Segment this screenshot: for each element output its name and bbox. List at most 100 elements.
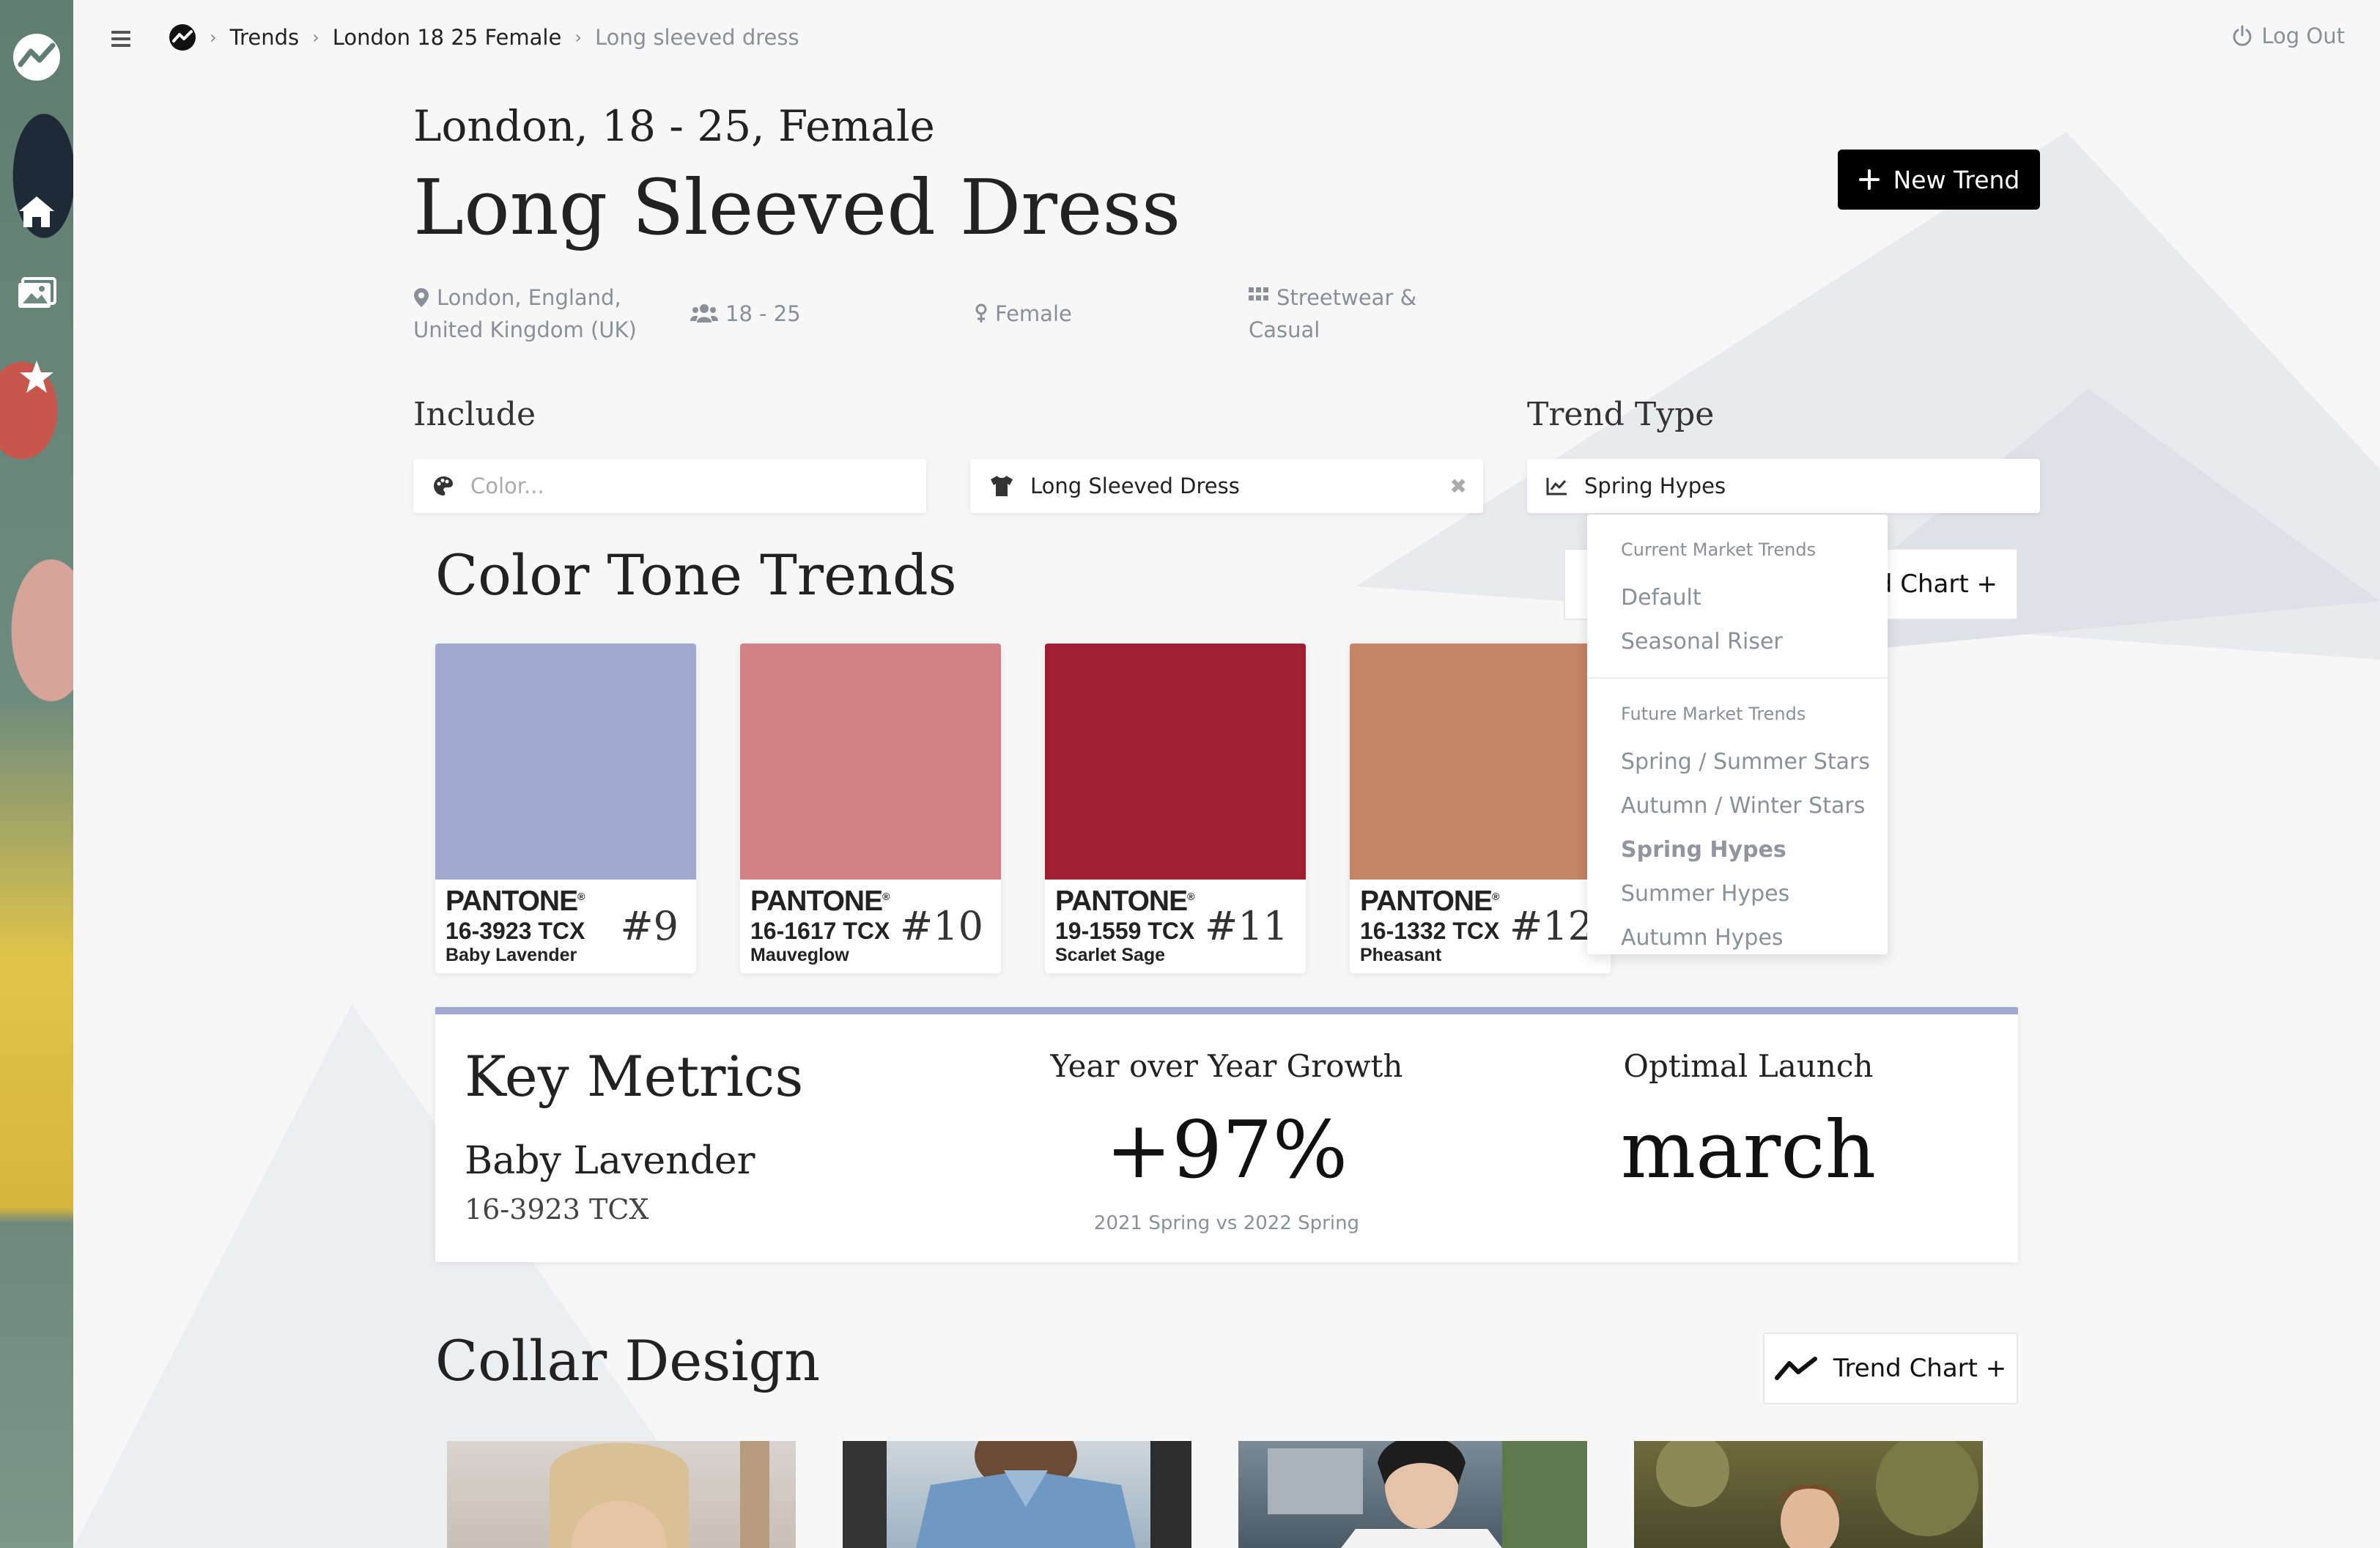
top-bar: › Trends › London 18 25 Female › Long sl… bbox=[73, 0, 2380, 81]
meta-location: London, England, United Kingdom (UK) bbox=[413, 281, 637, 346]
registered-mark: ® bbox=[1187, 891, 1194, 902]
star-icon[interactable] bbox=[18, 359, 55, 397]
location-line2: United Kingdom (UK) bbox=[413, 317, 637, 342]
launch-label: Optimal Launch bbox=[1623, 1048, 1874, 1084]
key-metrics-card: Key Metrics Baby Lavender 16-3923 TCX Ye… bbox=[435, 1007, 2018, 1262]
breadcrumb: › Trends › London 18 25 Female › Long sl… bbox=[169, 23, 799, 51]
pantone-name: Pheasant bbox=[1360, 945, 1442, 965]
swatch-rank: #11 bbox=[1205, 903, 1288, 949]
swatch-rank: #9 bbox=[620, 903, 679, 949]
dropdown-group-label: Current Market Trends bbox=[1621, 539, 1817, 560]
swatch-rank: #12 bbox=[1509, 903, 1593, 949]
brand-logo-icon[interactable] bbox=[169, 23, 196, 51]
meta-age: 18 - 25 bbox=[690, 298, 801, 330]
collar-image[interactable] bbox=[447, 1441, 796, 1548]
pantone-label: PANTONE® 16-3923 TCX Baby Lavender bbox=[446, 885, 585, 966]
home-icon[interactable] bbox=[18, 195, 56, 232]
swatch-color bbox=[1350, 644, 1611, 880]
key-metrics-title: Key Metrics bbox=[465, 1044, 804, 1109]
swatch-card[interactable]: PANTONE® 16-3923 TCX Baby Lavender #9 bbox=[435, 644, 696, 973]
collar-design-title: Collar Design bbox=[435, 1328, 821, 1393]
logout-label: Log Out bbox=[2261, 23, 2345, 48]
swatch-card[interactable]: PANTONE® 19-1559 TCX Scarlet Sage #11 bbox=[1045, 644, 1306, 973]
yoy-value: +97% bbox=[1105, 1105, 1348, 1196]
collar-trend-chart-button[interactable]: Trend Chart + bbox=[1763, 1333, 2018, 1404]
trend-type-label: Trend Type bbox=[1527, 396, 1715, 433]
color-filter-input[interactable]: Color... bbox=[413, 459, 926, 513]
color-tone-title: Color Tone Trends bbox=[435, 542, 957, 608]
color-placeholder: Color... bbox=[470, 473, 544, 498]
swatch-rank: #10 bbox=[900, 903, 983, 949]
meta-style: Streetwear & Casual bbox=[1249, 281, 1416, 346]
breadcrumb-current: Long sleeved dress bbox=[594, 25, 799, 50]
pantone-brand: PANTONE bbox=[1055, 885, 1188, 917]
breadcrumb-trends[interactable]: Trends bbox=[230, 25, 299, 50]
optimal-launch: Optimal Launch march bbox=[1529, 1048, 1968, 1196]
pantone-code: 16-1617 TCX bbox=[750, 918, 890, 944]
launch-value: march bbox=[1620, 1105, 1877, 1196]
collar-image[interactable] bbox=[1238, 1441, 1587, 1548]
app-logo-icon[interactable] bbox=[12, 32, 62, 85]
dropdown-group-label: Future Market Trends bbox=[1621, 704, 1806, 724]
registered-mark: ® bbox=[882, 891, 890, 902]
style-line2: Casual bbox=[1249, 317, 1320, 342]
registered-mark: ® bbox=[577, 891, 585, 902]
dropdown-option[interactable]: Spring / Summer Stars bbox=[1621, 749, 1870, 775]
garment-filter-input[interactable]: Long Sleeved Dress ✖ bbox=[970, 459, 1483, 513]
gender-value: Female bbox=[995, 301, 1072, 326]
collar-trend-chart-label: Trend Chart + bbox=[1833, 1354, 2007, 1383]
chevron-right-icon: › bbox=[574, 27, 582, 48]
page-title: Long Sleeved Dress bbox=[413, 163, 1181, 252]
style-line1: Streetwear & bbox=[1276, 285, 1417, 310]
users-icon bbox=[690, 304, 718, 322]
trend-line-icon bbox=[1774, 1357, 1817, 1380]
pantone-label: PANTONE® 19-1559 TCX Scarlet Sage bbox=[1055, 885, 1194, 966]
yoy-growth: Year over Year Growth +97% 2021 Spring v… bbox=[1007, 1048, 1446, 1234]
new-trend-label: New Trend bbox=[1893, 165, 2020, 194]
metric-color-code: 16-3923 TCX bbox=[465, 1193, 649, 1226]
swatch-card[interactable]: PANTONE® 16-1332 TCX Pheasant #12 bbox=[1350, 644, 1611, 973]
registered-mark: ® bbox=[1492, 891, 1499, 902]
gender-icon bbox=[975, 303, 987, 322]
side-rail bbox=[0, 0, 73, 1548]
hamburger-menu-icon[interactable] bbox=[111, 31, 130, 47]
pantone-brand: PANTONE bbox=[750, 885, 883, 917]
age-range: 18 - 25 bbox=[725, 301, 801, 326]
metric-color-name: Baby Lavender bbox=[465, 1139, 755, 1183]
chevron-right-icon: › bbox=[210, 27, 217, 48]
pantone-label: PANTONE® 16-1332 TCX Pheasant bbox=[1360, 885, 1499, 966]
pantone-label: PANTONE® 16-1617 TCX Mauveglow bbox=[750, 885, 890, 966]
collar-image[interactable] bbox=[843, 1441, 1191, 1548]
pantone-name: Baby Lavender bbox=[446, 945, 577, 965]
gallery-icon[interactable] bbox=[17, 277, 56, 312]
dropdown-option[interactable]: Summer Hypes bbox=[1621, 881, 1789, 907]
dropdown-option-selected[interactable]: Spring Hypes bbox=[1621, 837, 1786, 863]
pantone-name: Mauveglow bbox=[750, 945, 849, 965]
meta-gender: Female bbox=[975, 298, 1072, 330]
new-trend-button[interactable]: New Trend bbox=[1838, 150, 2040, 210]
collar-image[interactable] bbox=[1634, 1441, 1983, 1548]
pantone-code: 16-1332 TCX bbox=[1360, 918, 1500, 944]
color-trend-chart-label: d Chart + bbox=[1876, 570, 1998, 599]
swatch-color bbox=[1045, 644, 1306, 880]
dropdown-divider bbox=[1587, 677, 1888, 679]
pantone-code: 19-1559 TCX bbox=[1055, 918, 1195, 944]
dropdown-option[interactable]: Default bbox=[1621, 585, 1701, 611]
swatch-color bbox=[435, 644, 696, 880]
shirt-icon bbox=[989, 475, 1014, 497]
clear-icon[interactable]: ✖ bbox=[1450, 474, 1467, 498]
trend-type-dropdown: Current Market Trends Default Seasonal R… bbox=[1587, 515, 1888, 954]
trend-type-select[interactable]: Spring Hypes bbox=[1527, 459, 2040, 513]
trend-type-value: Spring Hypes bbox=[1584, 473, 1726, 498]
dropdown-option[interactable]: Autumn / Winter Stars bbox=[1621, 793, 1865, 819]
location-pin-icon bbox=[414, 288, 429, 307]
include-label: Include bbox=[413, 396, 536, 433]
dropdown-option[interactable]: Seasonal Riser bbox=[1621, 629, 1783, 655]
yoy-note: 2021 Spring vs 2022 Spring bbox=[1093, 1212, 1360, 1234]
breadcrumb-segment[interactable]: London 18 25 Female bbox=[333, 25, 562, 50]
plus-icon bbox=[1858, 169, 1880, 190]
swatch-card[interactable]: PANTONE® 16-1617 TCX Mauveglow #10 bbox=[740, 644, 1001, 973]
dropdown-option[interactable]: Autumn Hypes bbox=[1621, 925, 1784, 951]
grid-icon bbox=[1249, 287, 1268, 301]
logout-button[interactable]: Log Out bbox=[2232, 23, 2345, 48]
